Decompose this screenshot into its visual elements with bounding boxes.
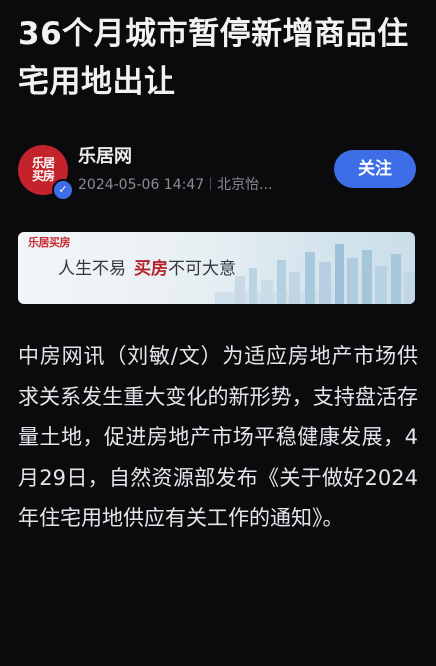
post-location: 北京怡... (217, 177, 273, 193)
skyline-illustration (215, 244, 415, 304)
follow-button[interactable]: 关注 (334, 150, 416, 188)
meta-divider (210, 177, 212, 190)
slogan-start: 人生不易 (58, 259, 126, 279)
avatar-text-line2: 买房 (31, 169, 55, 183)
article-body: 中房网讯（刘敏/文）为适应房地产市场供求关系发生重大变化的新形势，支持盘活存量土… (18, 344, 418, 530)
author-bar: 乐居 买房 ✓ 乐居网 2024-05-06 14:47 北京怡... 关注 (18, 144, 420, 201)
slogan-highlight: 买房 (134, 259, 168, 279)
banner-logo: 乐居买房 (28, 236, 71, 249)
author-name[interactable]: 乐居网 (78, 146, 132, 168)
verified-badge-icon: ✓ (52, 179, 74, 201)
ad-banner[interactable]: 乐居买房 人生不易 买房不可大意 (18, 232, 415, 304)
post-date: 2024-05-06 14:47 (78, 177, 205, 193)
article-title: 36个月城市暂停新增商品住宅用地出让 (18, 16, 409, 100)
banner-slogan: 人生不易 买房不可大意 (58, 258, 236, 280)
post-meta: 2024-05-06 14:47 北京怡... (78, 176, 273, 194)
